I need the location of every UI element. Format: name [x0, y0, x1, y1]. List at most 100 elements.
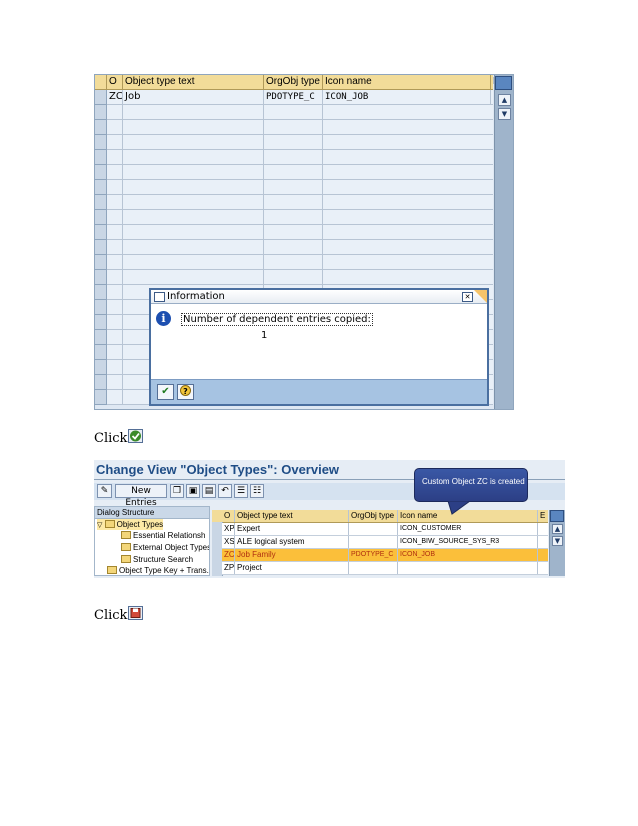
instruction-1: Click [94, 429, 144, 446]
tree-header: Dialog Structure [95, 507, 209, 519]
empty-table-row[interactable] [107, 180, 493, 195]
empty-table-row[interactable] [107, 150, 493, 165]
row-selector[interactable] [95, 360, 107, 375]
row-selector[interactable] [95, 135, 107, 150]
dependent-entries-screenshot: O Object type text OrgObj type Icon name… [94, 74, 514, 410]
cell-object-type-text: Job Family [235, 549, 349, 561]
vertical-scrollbar[interactable]: ▲ ▼ [549, 510, 565, 576]
information-dialog: Information ✕ i Number of dependent entr… [149, 288, 489, 406]
cell-o: ZC [109, 90, 123, 104]
cell-object-type-text: Project [235, 562, 349, 574]
cell-o: ZP [224, 562, 235, 574]
empty-table-row[interactable] [107, 225, 493, 240]
row-selector[interactable] [95, 390, 107, 405]
empty-cell [107, 195, 323, 209]
table-header: O Object type text OrgObj type Icon name… [95, 75, 500, 90]
tree-item-structure-search[interactable]: Structure Search [121, 554, 193, 565]
scroll-up-icon[interactable]: ▲ [498, 94, 511, 106]
close-icon[interactable]: ✕ [462, 292, 473, 302]
instruction-1-text: Click [94, 431, 128, 446]
new-entries-button[interactable]: New Entries [115, 484, 167, 508]
row-selector[interactable] [95, 285, 107, 300]
page-title: Change View "Object Types": Overview [96, 462, 340, 477]
table-settings-icon[interactable] [495, 76, 512, 90]
empty-table-row[interactable] [107, 195, 493, 210]
scroll-up-icon[interactable]: ▲ [552, 524, 563, 534]
dialog-button-bar: ✔ ? [151, 379, 487, 404]
cell-object-type-text: ALE logical system [235, 536, 349, 548]
row-selector[interactable] [95, 120, 107, 135]
table-settings-icon[interactable] [550, 510, 564, 522]
empty-table-row[interactable] [107, 255, 493, 270]
row-selector[interactable] [95, 315, 107, 330]
col-header-orgobj-type[interactable]: OrgObj type [349, 510, 398, 522]
cell-orgobj-type [349, 562, 398, 574]
empty-cell [107, 180, 323, 194]
col-header-object-type-text[interactable]: Object type text [123, 75, 264, 89]
table-row-highlighted[interactable]: ZC Job Family PDOTYPE_C ICON_JOB [222, 549, 548, 562]
row-selector[interactable] [95, 270, 107, 285]
col-header-o[interactable]: O [107, 75, 123, 89]
table-row[interactable]: XP Expert ICON_CUSTOMER [222, 523, 548, 536]
row-selector[interactable] [95, 255, 107, 270]
scroll-down-icon[interactable]: ▼ [498, 108, 511, 120]
edit-pencil-icon[interactable]: ✎ [97, 484, 112, 498]
cell-icon-name: ICON_BIW_SOURCE_SYS_R3 [398, 536, 538, 548]
table-row[interactable]: ZP Project [222, 562, 548, 575]
empty-table-row[interactable] [107, 135, 493, 150]
help-button[interactable]: ? [177, 384, 194, 400]
select-all-icon[interactable]: ☰ [234, 484, 248, 498]
empty-table-row[interactable] [107, 210, 493, 225]
copy-icon[interactable]: ❐ [170, 484, 184, 498]
row-selector[interactable] [95, 345, 107, 360]
table-row[interactable]: XS ALE logical system ICON_BIW_SOURCE_SY… [222, 536, 548, 549]
scroll-down-icon[interactable]: ▼ [552, 536, 563, 546]
row-selector[interactable] [95, 300, 107, 315]
row-selector[interactable] [95, 240, 107, 255]
col-header-orgobj-type[interactable]: OrgObj type [264, 75, 323, 89]
row-selector[interactable] [95, 210, 107, 225]
row-selector[interactable] [95, 225, 107, 240]
tree-item-essential-relationships[interactable]: Essential Relationsh [121, 530, 205, 541]
folder-icon [121, 531, 131, 539]
row-selector[interactable] [95, 105, 107, 120]
tree-item-object-type-key[interactable]: Object Type Key + Trans. [107, 565, 209, 575]
cell-object-type-text: Job [123, 90, 264, 104]
empty-table-row[interactable] [107, 240, 493, 255]
save-icon[interactable]: ▣ [186, 484, 200, 498]
tree-item-external-object-types[interactable]: External Object Types [121, 542, 209, 553]
empty-cell [107, 135, 323, 149]
cell-icon-name: ICON_JOB [398, 549, 538, 561]
folder-icon [121, 555, 131, 563]
row-selector[interactable] [95, 150, 107, 165]
undo-icon[interactable]: ↶ [218, 484, 232, 498]
empty-table-row[interactable] [107, 165, 493, 180]
row-selector[interactable] [95, 90, 107, 105]
empty-table-row[interactable] [107, 120, 493, 135]
vertical-scrollbar[interactable]: ▲ ▼ [494, 75, 513, 409]
select-block-icon[interactable]: ☷ [250, 484, 264, 498]
table-header: O Object type text OrgObj type Icon name… [212, 510, 548, 523]
col-header-o[interactable]: O [222, 510, 235, 522]
save-disk-icon [128, 606, 144, 620]
col-header-object-type-text[interactable]: Object type text [235, 510, 349, 522]
continue-button[interactable]: ✔ [157, 384, 174, 400]
row-selector[interactable] [95, 195, 107, 210]
dialog-structure-tree: Dialog Structure ▽ Object Types Essentia… [94, 506, 210, 576]
cell-o: XP [224, 523, 235, 535]
col-header-icon-name[interactable]: Icon name [323, 75, 491, 89]
table-row[interactable]: ZC Job PDOTYPE_C ICON_JOB [107, 90, 493, 105]
empty-table-row[interactable] [107, 105, 493, 120]
row-selector[interactable] [95, 330, 107, 345]
row-selector[interactable] [95, 165, 107, 180]
row-selector[interactable] [95, 180, 107, 195]
tree-item-object-types[interactable]: ▽ Object Types [97, 519, 164, 530]
empty-table-row[interactable] [107, 270, 493, 285]
row-selector[interactable] [95, 375, 107, 390]
empty-cell [107, 210, 323, 224]
empty-cell [107, 105, 323, 119]
title-corner-decoration [474, 290, 487, 303]
cell-o: ZC [224, 549, 235, 561]
help-icon: ? [180, 385, 191, 396]
delete-icon[interactable]: ▤ [202, 484, 216, 498]
